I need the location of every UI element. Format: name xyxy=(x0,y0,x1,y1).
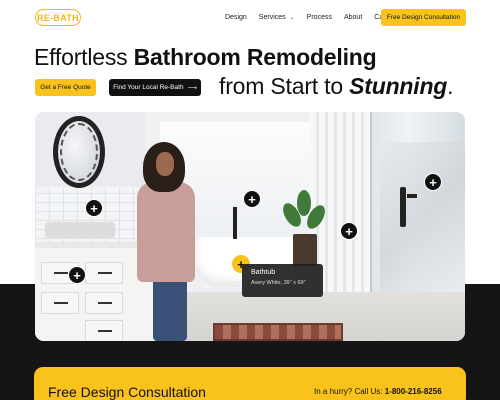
hotspot-cabinet-plus-icon[interactable]: + xyxy=(68,266,86,284)
free-design-consultation-button[interactable]: Free Design Consultation xyxy=(381,9,466,26)
hotspot-wall-plus-icon[interactable]: + xyxy=(340,222,358,240)
nav-links: Design Services⌄ Process About Careers xyxy=(225,14,399,21)
nav-link-process[interactable]: Process xyxy=(307,14,332,21)
person-legs xyxy=(153,272,187,341)
subhead-regular: from Start to xyxy=(219,73,350,99)
find-local-rebath-button[interactable]: Find Your Local Re-Bath ⟶ xyxy=(109,79,201,96)
hotspot-shower-plus-icon[interactable]: + xyxy=(424,173,442,191)
vanity-drawer xyxy=(85,292,123,314)
find-local-rebath-label: Find Your Local Re-Bath xyxy=(113,84,184,91)
subhead-end: . xyxy=(447,73,454,99)
call-prefix: In a hurry? Call Us: xyxy=(314,387,385,396)
get-free-quote-button[interactable]: Get a Free Quote xyxy=(35,79,96,96)
tooltip-title: Bathtub xyxy=(251,269,276,276)
vanity-drawer xyxy=(41,292,79,314)
consultation-banner: Free Design Consultation In a hurry? Cal… xyxy=(34,367,466,400)
nav-link-services[interactable]: Services ⌄ xyxy=(259,14,295,21)
rug xyxy=(213,323,343,341)
shower-door-handle xyxy=(400,187,406,227)
page-headline: Effortless Bathroom Remodeling xyxy=(34,44,377,71)
call-us-text: In a hurry? Call Us: 1-800-216-8256 xyxy=(314,387,442,396)
page-subheadline: from Start to Stunning. xyxy=(219,73,454,100)
round-mirror xyxy=(53,116,105,188)
tooltip-subtitle: Avery White, 39" x 69" xyxy=(251,280,306,286)
bathroom-hero-photo: + + + + + + Bathtub Avery White, 39" x 6… xyxy=(35,112,465,341)
top-nav: RE-BATH Design Services⌄ Process About C… xyxy=(0,0,500,36)
plant-leaf xyxy=(297,190,311,216)
consultation-title: Free Design Consultation xyxy=(48,384,206,400)
arrow-right-icon: ⟶ xyxy=(187,84,197,92)
person-cardigan xyxy=(137,182,195,282)
hotspot-faucet-plus-icon[interactable]: + xyxy=(243,190,261,208)
nav-link-design[interactable]: Design xyxy=(225,14,247,21)
shower-door-handle-bar xyxy=(407,194,417,198)
rebath-logo[interactable]: RE-BATH xyxy=(35,9,81,26)
hotspot-vanity-plus-icon[interactable]: + xyxy=(85,199,103,217)
vanity-drawer xyxy=(85,262,123,284)
plant-stand xyxy=(293,234,317,266)
nav-link-services-label: Services xyxy=(258,14,286,21)
phone-number-link[interactable]: 1-800-216-8256 xyxy=(385,387,442,396)
chevron-down-icon: ⌄ xyxy=(289,15,295,21)
headline-regular: Effortless xyxy=(34,44,134,70)
tub-faucet xyxy=(233,207,237,239)
vanity-drawer xyxy=(85,320,123,341)
person-face xyxy=(156,152,174,176)
headline-bold: Bathroom Remodeling xyxy=(133,44,377,70)
bathtub-tooltip: Bathtub Avery White, 39" x 69" xyxy=(242,264,323,297)
subhead-italic: Stunning xyxy=(349,73,448,99)
marble-shower-tile xyxy=(380,142,465,292)
counter-accessories xyxy=(45,222,115,238)
nav-link-about[interactable]: About xyxy=(344,14,362,21)
